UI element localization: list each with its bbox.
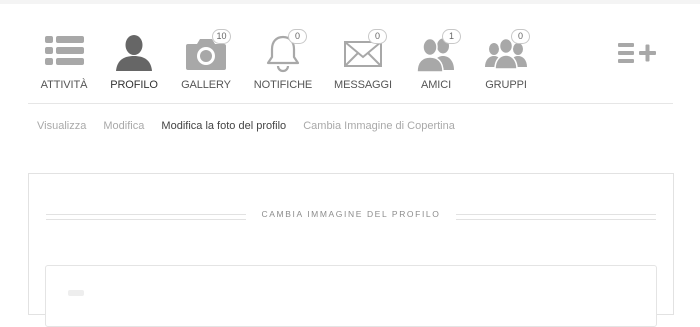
nav-item-messaggi[interactable]: 0 MESSAGGI (333, 29, 393, 96)
messaggi-count-badge: 0 (368, 29, 387, 44)
section-heading: CAMBIA IMMAGINE DEL PROFILO (46, 209, 656, 220)
upload-icon (68, 290, 84, 296)
nav-label-messaggi: MESSAGGI (334, 79, 392, 91)
profile-subnav: Visualizza Modifica Modifica la foto del… (37, 120, 469, 132)
subnav-modifica-foto-profilo[interactable]: Modifica la foto del profilo (161, 120, 286, 132)
nav-divider (28, 103, 673, 104)
profile-main-nav: ATTIVITÀ PROFILO 10 GALLERY 0 NOTIFICHE … (0, 0, 700, 104)
nav-item-amici[interactable]: 1 AMICI (406, 29, 466, 96)
nav-label-gallery: GALLERY (181, 79, 231, 91)
nav-label-profilo: PROFILO (110, 79, 158, 91)
gruppi-count-badge: 0 (511, 29, 530, 44)
nav-label-amici: AMICI (420, 79, 452, 91)
nav-label-gruppi: GRUPPI (485, 79, 527, 91)
heading-rule-right (456, 214, 656, 220)
nav-item-gruppi[interactable]: 0 GRUPPI (476, 29, 536, 96)
subnav-visualizza[interactable]: Visualizza (37, 120, 86, 132)
avatar-upload-box (45, 265, 657, 327)
profile-user-icon (110, 34, 158, 74)
nav-label-attivita: ATTIVITÀ (40, 79, 88, 91)
activity-list-icon (40, 34, 88, 74)
change-avatar-panel: CAMBIA IMMAGINE DEL PROFILO (28, 173, 674, 327)
nav-item-profilo[interactable]: PROFILO (104, 30, 164, 96)
gallery-count-badge: 10 (212, 29, 231, 44)
nav-item-gallery[interactable]: 10 GALLERY (176, 29, 236, 96)
subnav-cambia-copertina[interactable]: Cambia Immagine di Copertina (303, 120, 455, 132)
menu-add-button[interactable] (612, 30, 662, 96)
nav-label-notifiche: NOTIFICHE (253, 79, 313, 91)
amici-count-badge: 1 (442, 29, 461, 44)
subnav-modifica[interactable]: Modifica (103, 120, 144, 132)
notifiche-count-badge: 0 (288, 29, 307, 44)
nav-item-notifiche[interactable]: 0 NOTIFICHE (250, 29, 316, 96)
menu-add-icon (613, 42, 661, 82)
nav-item-attivita[interactable]: ATTIVITÀ (32, 30, 96, 96)
